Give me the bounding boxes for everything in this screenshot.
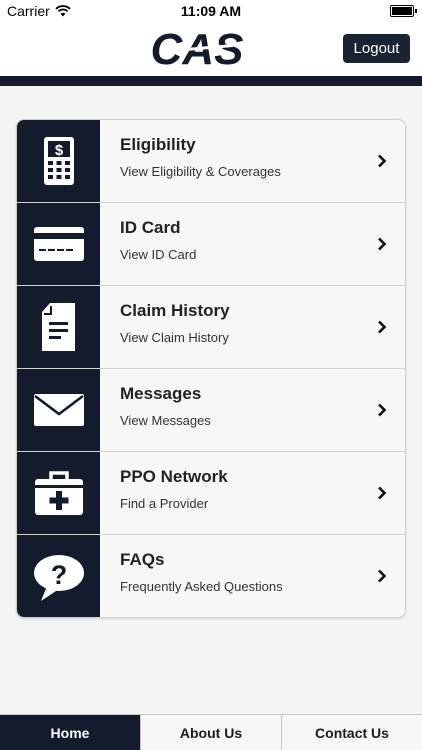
menu-item-title: Messages — [120, 384, 202, 403]
menu-item-ppo-network[interactable]: PPO Network Find a Provider — [17, 452, 405, 535]
chevron-right-icon — [378, 403, 387, 417]
icon-cell — [17, 203, 100, 285]
icon-cell — [17, 286, 100, 368]
chevron-right-icon — [378, 237, 387, 251]
logout-button[interactable]: Logout — [343, 34, 410, 63]
question-bubble-icon: ? — [33, 554, 84, 601]
icon-cell — [17, 452, 100, 534]
menu-item-messages[interactable]: Messages View Messages — [17, 369, 405, 452]
chevron-right-icon — [378, 486, 387, 500]
svg-text:$: $ — [54, 142, 63, 159]
chevron-right-icon — [378, 569, 387, 583]
menu-item-subtitle: Find a Provider — [120, 496, 209, 511]
menu-item-subtitle: Frequently Asked Questions — [120, 579, 283, 594]
menu-item-subtitle: View Eligibility & Coverages — [120, 164, 281, 179]
tab-home[interactable]: Home — [0, 715, 140, 750]
medical-kit-icon — [34, 471, 83, 515]
menu-item-id-card[interactable]: ID Card View ID Card — [17, 203, 405, 286]
cas-logo: CAS — [151, 25, 244, 72]
document-icon — [41, 303, 75, 351]
chevron-right-icon — [378, 320, 387, 334]
menu-item-title: ID Card — [120, 218, 181, 237]
status-bar: Carrier 11:09 AM — [0, 0, 422, 22]
icon-cell — [17, 369, 100, 451]
menu-item-title: FAQs — [120, 550, 165, 569]
menu-item-subtitle: View Messages — [120, 413, 211, 428]
menu-item-eligibility[interactable]: $ Eligibility View Eligibility & Coverag… — [17, 120, 405, 203]
battery-icon — [390, 5, 417, 17]
menu-item-title: PPO Network — [120, 467, 228, 486]
chevron-right-icon — [378, 154, 387, 168]
envelope-icon — [33, 394, 84, 426]
menu-item-subtitle: View Claim History — [120, 330, 229, 345]
menu-item-subtitle: View ID Card — [120, 247, 197, 262]
menu-item-title: Eligibility — [120, 135, 196, 154]
clock: 11:09 AM — [180, 3, 242, 19]
svg-text:?: ? — [50, 560, 67, 590]
menu-item-title: Claim History — [120, 301, 230, 320]
icon-cell: ? — [17, 535, 100, 617]
credit-card-icon — [33, 227, 84, 261]
icon-cell: $ — [17, 120, 100, 202]
main-menu: $ Eligibility View Eligibility & Coverag… — [16, 119, 406, 618]
app-header: CAS Logout — [0, 22, 422, 78]
menu-item-claim-history[interactable]: Claim History View Claim History — [17, 286, 405, 369]
menu-item-faqs[interactable]: ? FAQs Frequently Asked Questions — [17, 535, 405, 617]
tab-contact-us[interactable]: Contact Us — [281, 715, 422, 750]
tab-about-us[interactable]: About Us — [140, 715, 281, 750]
header-divider — [0, 76, 422, 86]
tab-bar: Home About Us Contact Us — [0, 714, 422, 750]
calculator-icon: $ — [43, 137, 74, 185]
